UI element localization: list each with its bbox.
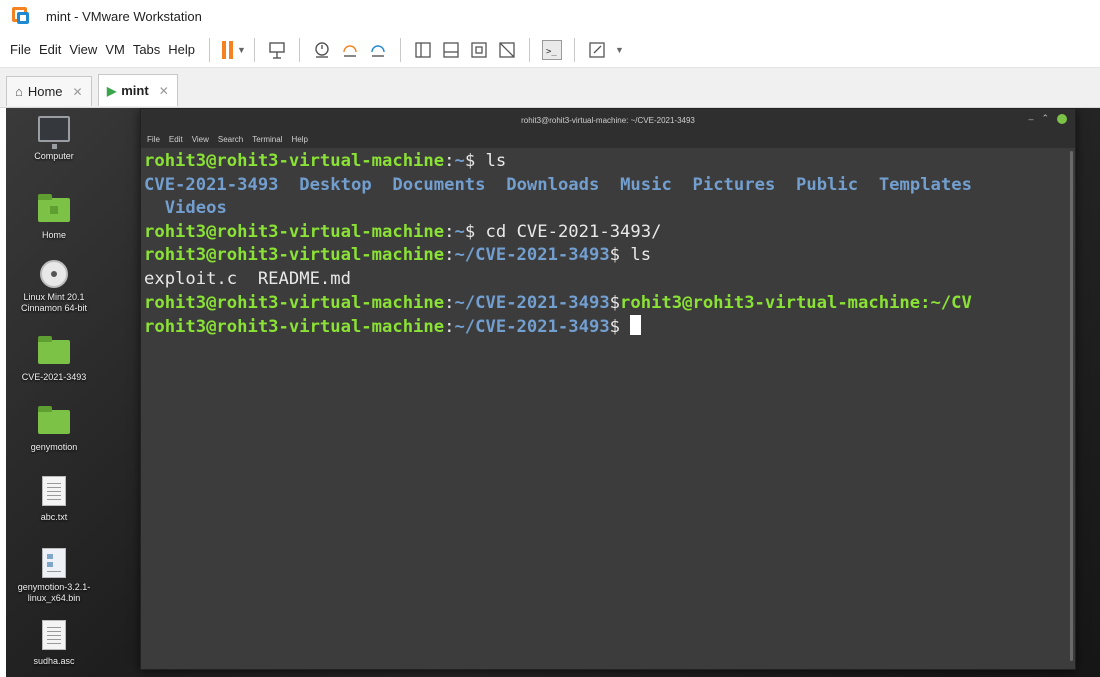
terminal-menu-edit[interactable]: Edit <box>169 135 183 144</box>
desktop-icon-label: genymotion <box>30 442 78 452</box>
vm-running-icon: ▶ <box>107 83 117 98</box>
terminal-menu-bar: File Edit View Search Terminal Help <box>141 131 1075 148</box>
desktop-icon-label: CVE-2021-3493 <box>21 372 87 382</box>
tab-mint[interactable]: ▶ mint ✕ <box>98 74 178 106</box>
text-file-icon <box>42 620 66 650</box>
toolbar-divider <box>209 37 211 62</box>
terminal-line: Videos <box>164 198 227 219</box>
terminal-line: rohit3@rohit3-virtual-machine:~$ cd CVE-… <box>144 221 662 242</box>
terminal-output[interactable]: rohit3@rohit3-virtual-machine:~$ ls CVE-2… <box>141 148 1075 340</box>
home-icon: ⌂ <box>15 84 23 99</box>
unity-icon[interactable] <box>497 40 517 60</box>
close-icon[interactable]: ✕ <box>159 84 169 98</box>
desktop-icon-label: Computer <box>34 151 74 161</box>
folder-icon <box>38 406 70 434</box>
tab-home-label: Home <box>27 84 63 99</box>
send-ctrl-alt-del-icon[interactable] <box>267 40 287 60</box>
fullscreen-icon[interactable] <box>469 40 489 60</box>
revert-snapshot-icon[interactable] <box>340 40 360 60</box>
desktop-icon-abc-txt[interactable]: abc.txt <box>6 476 114 523</box>
menu-tabs[interactable]: Tabs <box>133 42 160 57</box>
desktop-icon-computer[interactable]: Computer <box>6 116 114 162</box>
vmware-logo-icon <box>10 5 32 27</box>
terminal-title: rohit3@rohit3-virtual-machine: ~/CVE-202… <box>521 115 695 125</box>
close-icon[interactable] <box>1057 113 1067 124</box>
desktop-icon-sudha-asc[interactable]: sudha.asc <box>6 620 114 667</box>
toolbar-divider <box>399 37 401 62</box>
snapshot-icon[interactable] <box>312 40 332 60</box>
terminal-menu-terminal[interactable]: Terminal <box>252 135 282 144</box>
desktop-icon-linux-mint-disc[interactable]: Linux Mint 20.1 Cinnamon 64-bit <box>6 260 114 314</box>
stretch-icon[interactable] <box>587 40 607 60</box>
text-cursor <box>630 315 642 336</box>
stretch-dropdown-icon[interactable]: ▼ <box>615 45 624 55</box>
window-controls: – ⌃ <box>1028 113 1067 124</box>
close-icon[interactable]: ✕ <box>73 85 83 99</box>
vmware-title-bar: mint - VMware Workstation <box>0 0 1100 32</box>
manage-snapshots-icon[interactable] <box>368 40 388 60</box>
desktop-icon-genymotion-folder[interactable]: genymotion <box>6 406 114 453</box>
desktop-icon-cve-folder[interactable]: CVE-2021-3493 <box>6 336 114 383</box>
terminal-line: CVE-2021-3493 Desktop Documents Download… <box>144 174 972 195</box>
vmware-toolbar: File Edit View VM Tabs Help ▼ >_ ▼ <box>0 32 1100 68</box>
terminal-line: rohit3@rohit3-virtual-machine:~$ ls <box>144 151 507 171</box>
window-title: mint - VMware Workstation <box>46 8 202 24</box>
desktop-icon-home[interactable]: Home <box>6 194 114 241</box>
terminal-console-icon[interactable]: >_ <box>541 39 562 60</box>
console-view-icon[interactable] <box>413 40 433 60</box>
thumbnail-bar-icon[interactable] <box>441 40 461 60</box>
menu-vm[interactable]: VM <box>105 42 125 57</box>
toolbar-divider <box>528 37 530 62</box>
menu-help[interactable]: Help <box>168 42 195 57</box>
menu-file[interactable]: File <box>10 42 31 57</box>
toolbar-divider <box>298 37 300 62</box>
desktop-icon-label: genymotion-3.2.1-linux_x64.bin <box>17 582 91 603</box>
minimize-icon[interactable]: – <box>1028 114 1033 124</box>
guest-desktop[interactable]: Computer Home Linux Mint 20.1 Cinnamon 6… <box>6 108 1100 677</box>
binary-file-icon <box>42 548 66 578</box>
svg-text:>_: >_ <box>546 47 557 57</box>
disc-icon <box>40 260 68 288</box>
desktop-icon-label: abc.txt <box>40 512 68 522</box>
terminal-line: rohit3@rohit3-virtual-machine:~/CVE-2021… <box>144 245 652 266</box>
pause-icon[interactable] <box>222 40 234 59</box>
terminal-menu-file[interactable]: File <box>147 135 160 144</box>
tab-mint-label: mint <box>121 83 149 98</box>
text-file-icon <box>42 476 66 506</box>
toolbar-divider <box>573 37 575 62</box>
desktop-icon-label: sudha.asc <box>33 656 75 666</box>
terminal-scrollbar[interactable] <box>1070 151 1073 661</box>
terminal-prompt-line: rohit3@rohit3-virtual-machine:~/CVE-2021… <box>144 315 1075 340</box>
tab-bar: ⌂ Home ✕ ▶ mint ✕ <box>0 68 1100 108</box>
desktop-icon-label: Home <box>41 230 66 240</box>
computer-icon <box>38 116 70 149</box>
terminal-menu-search[interactable]: Search <box>218 135 243 144</box>
terminal-menu-view[interactable]: View <box>192 135 209 144</box>
home-folder-icon <box>38 194 70 222</box>
tab-home[interactable]: ⌂ Home ✕ <box>6 76 92 106</box>
maximize-icon[interactable]: ⌃ <box>1041 113 1049 124</box>
toolbar-divider <box>253 37 255 62</box>
desktop-icon-label: Linux Mint 20.1 Cinnamon 64-bit <box>20 292 88 313</box>
pause-dropdown-icon[interactable]: ▼ <box>237 45 246 55</box>
terminal-title-bar[interactable]: rohit3@rohit3-virtual-machine: ~/CVE-202… <box>141 109 1075 131</box>
desktop-icon-genymotion-bin[interactable]: genymotion-3.2.1-linux_x64.bin <box>6 548 114 604</box>
menu-view[interactable]: View <box>69 42 97 57</box>
terminal-menu-help[interactable]: Help <box>291 135 307 144</box>
folder-icon <box>38 336 70 364</box>
menu-edit[interactable]: Edit <box>39 42 61 57</box>
terminal-window[interactable]: rohit3@rohit3-virtual-machine: ~/CVE-202… <box>140 108 1076 670</box>
terminal-line: exploit.c README.md <box>144 268 351 289</box>
terminal-line: rohit3@rohit3-virtual-machine:~/CVE-2021… <box>144 292 972 313</box>
